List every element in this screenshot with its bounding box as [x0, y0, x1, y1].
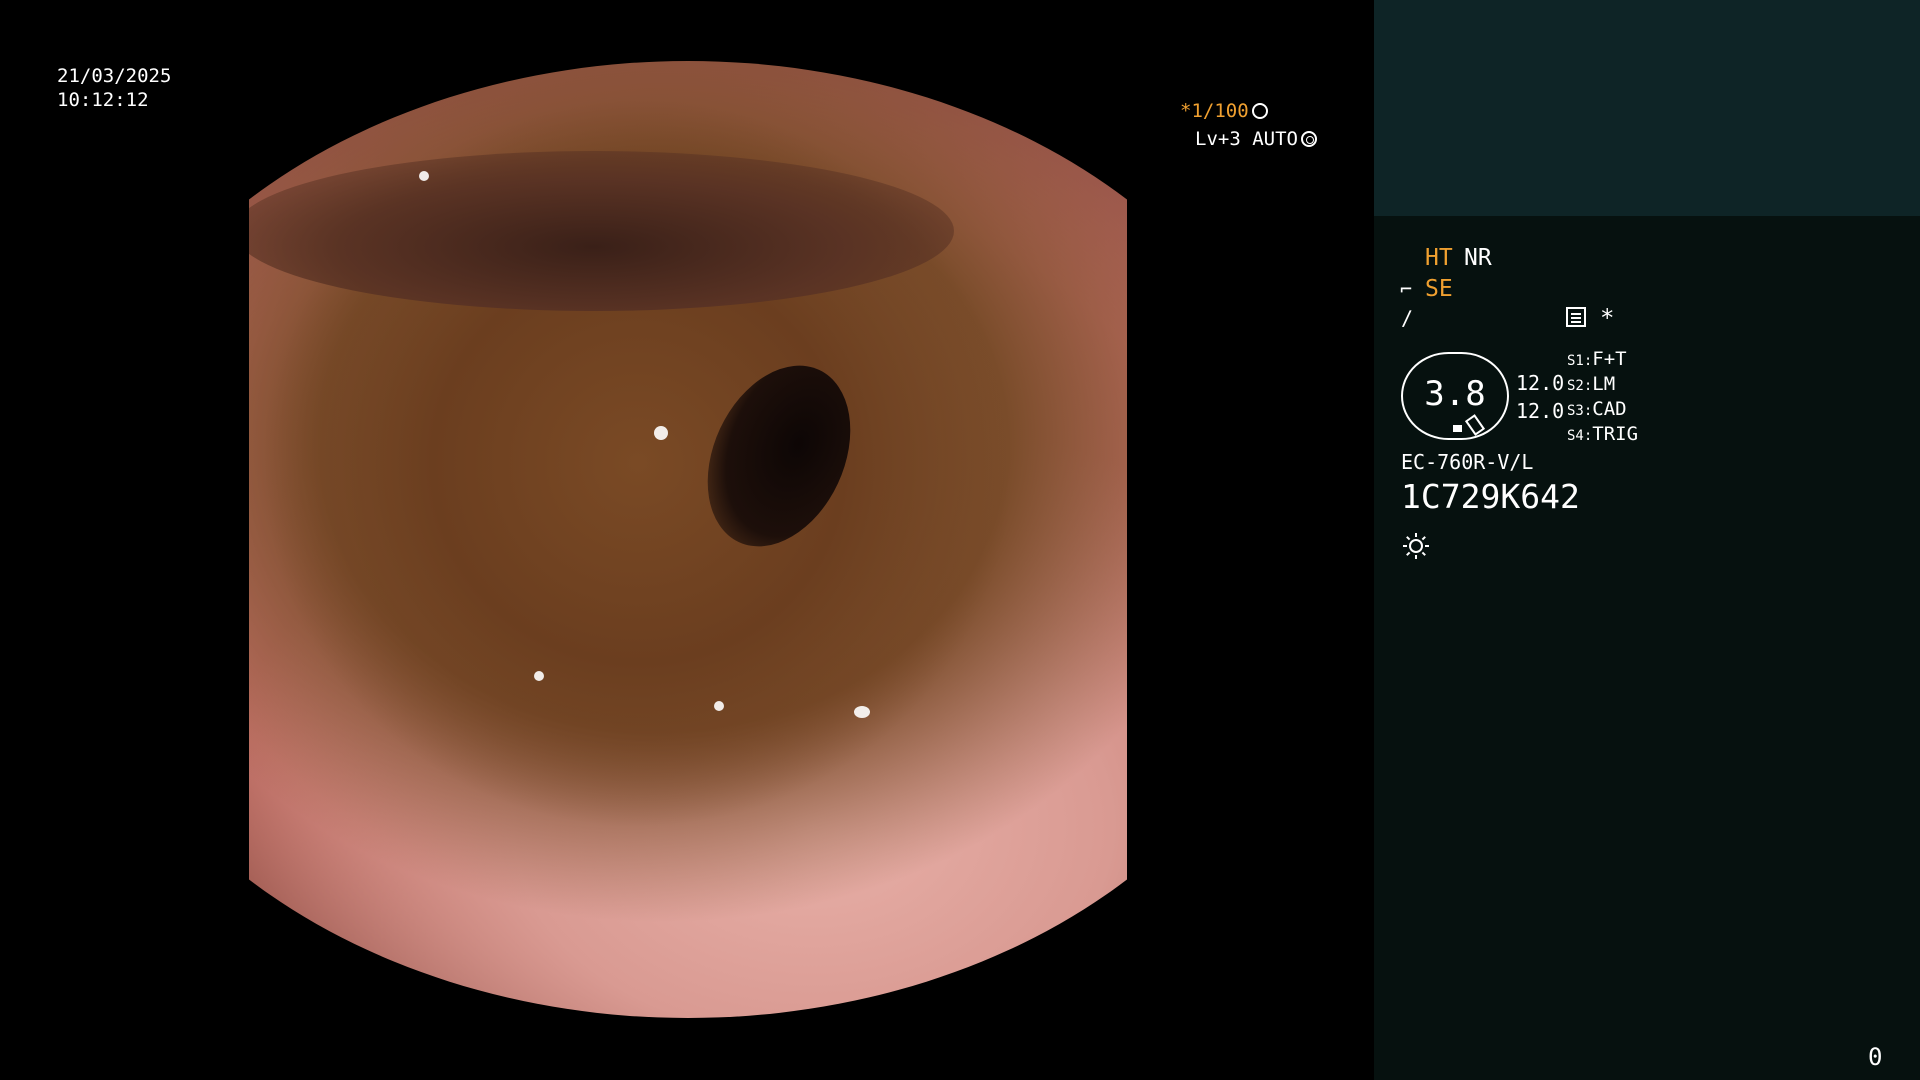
- switch-value: LM: [1592, 373, 1616, 395]
- time-readout: 10:12:12: [57, 89, 149, 111]
- panel-header: [1374, 0, 1920, 216]
- gauge-marker: [1453, 425, 1462, 432]
- info-panel: [1374, 216, 1920, 1080]
- scope-icon: ⌐: [1400, 277, 1413, 301]
- mucosal-fold: [249, 151, 954, 311]
- level-value: Lv+3 AUTO: [1195, 128, 1298, 150]
- mode-nr: NR: [1464, 245, 1492, 271]
- value-2: 12.0: [1516, 399, 1565, 423]
- mode-se: SE: [1425, 276, 1453, 302]
- switch-s4: S4:TRIG: [1567, 423, 1638, 447]
- switch-key: S2:: [1567, 378, 1593, 394]
- lumen: [679, 342, 879, 570]
- switch-value: CAD: [1592, 398, 1627, 420]
- scope-model: EC-760R-V/L: [1401, 450, 1534, 474]
- shutter-icon: [1251, 103, 1268, 119]
- switch-s1: S1:F+T: [1567, 348, 1627, 372]
- slope-icon: ∕: [1401, 306, 1414, 330]
- light-reflection: [249, 936, 265, 952]
- star-indicator: *: [1600, 304, 1615, 332]
- switch-s3: S3:CAD: [1567, 398, 1627, 422]
- light-reflection: [654, 426, 668, 440]
- scope-serial: 1C729K642: [1401, 477, 1580, 516]
- menu-icon: [1566, 307, 1586, 327]
- switch-key: S3:: [1567, 403, 1593, 419]
- date-readout: 21/03/2025: [57, 65, 172, 87]
- gauge-tab-icon: [1464, 414, 1486, 436]
- light-reflection: [534, 671, 544, 681]
- switch-value: TRIG: [1592, 423, 1639, 445]
- shutter-value: *1/100: [1180, 100, 1249, 122]
- mode-ht: HT: [1425, 245, 1453, 271]
- shutter-readout: *1/100: [1180, 100, 1374, 122]
- light-reflection: [419, 171, 429, 181]
- value-1: 12.0: [1516, 371, 1565, 395]
- switch-s2: S2:LM: [1567, 373, 1615, 397]
- level-icon: [1300, 131, 1317, 147]
- switch-key: S1:: [1567, 353, 1593, 369]
- switch-key: S4:: [1567, 428, 1593, 444]
- switch-value: F+T: [1592, 348, 1627, 370]
- brightness-icon: [1403, 533, 1429, 559]
- level-readout: Lv+3 AUTO: [1195, 128, 1317, 150]
- light-reflection: [714, 701, 724, 711]
- endoscope-image-area: 21/03/2025 10:12:12 *1/100 Lv+3 AUTO: [0, 0, 1374, 1080]
- frame-counter: 0: [1868, 1043, 1883, 1071]
- endoscope-image: [249, 61, 1127, 1018]
- gauge: 3.8: [1401, 352, 1509, 440]
- light-reflection: [854, 706, 870, 718]
- gauge-value: 3.8: [1424, 374, 1486, 414]
